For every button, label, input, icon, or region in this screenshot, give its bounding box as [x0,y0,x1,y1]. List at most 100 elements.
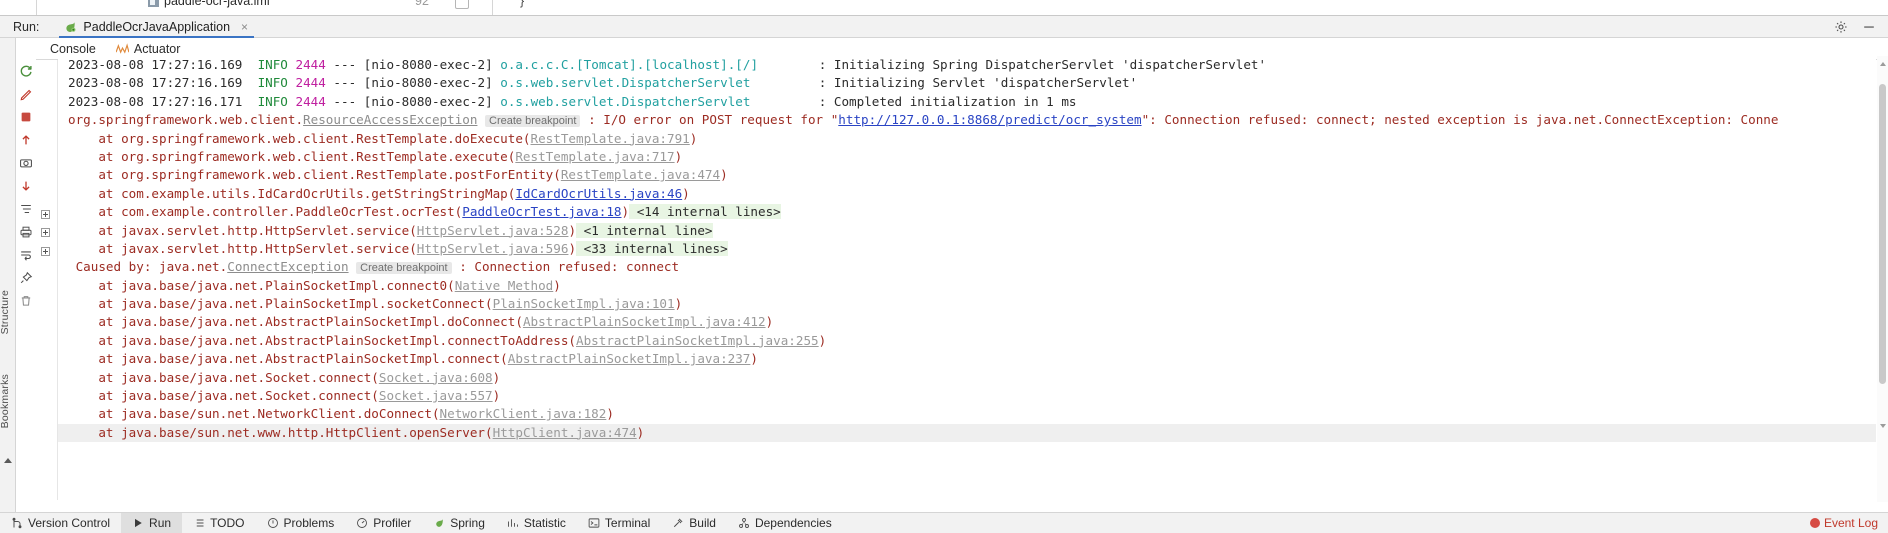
fold-expand-icon[interactable] [41,228,50,237]
status-item-todo[interactable]: TODO [182,513,255,533]
console-pid-text: 2444 [295,57,326,72]
status-item-label: TODO [210,516,245,530]
rail-item-structure[interactable]: Structure [0,290,11,334]
console-err-text: at org.springframework.web.client.RestTe… [68,130,531,146]
console-line: at com.example.utils.IdCardOcrUtils.getS… [58,185,1876,203]
status-item-label: Dependencies [754,516,832,530]
console-line: at java.base/java.net.PlainSocketImpl.so… [58,295,1876,313]
editor-tab-label: paddle-ocr-java.iml [164,0,270,8]
create-breakpoint-chip[interactable]: Create breakpoint [485,115,581,128]
console-output[interactable]: 2023-08-08 17:27:16.169 INFO 2444 --- [n… [58,56,1876,502]
console-line: at java.base/java.net.PlainSocketImpl.co… [58,277,1876,295]
editor-collapse-box[interactable] [455,0,469,9]
exception-class-link[interactable]: ResourceAccessException [303,112,477,127]
pin-icon[interactable] [19,271,33,285]
close-icon[interactable]: × [241,21,248,33]
stack-frame-link[interactable]: AbstractPlainSocketImpl.java:255 [576,333,819,348]
console-err-text: ) [689,130,698,146]
status-item-terminal[interactable]: Terminal [577,513,661,533]
internal-lines-fold[interactable]: <1 internal line> [576,222,713,238]
stack-frame-link[interactable]: RestTemplate.java:717 [515,149,674,164]
console-info-text: INFO [257,57,288,72]
console-err-text: at com.example.utils.IdCardOcrUtils.getS… [68,185,516,201]
status-item-run[interactable]: Run [121,512,183,533]
scroll-down-icon[interactable] [1880,424,1886,428]
console-line: at java.base/java.net.Socket.connect(Soc… [58,369,1876,387]
scroll-up-icon[interactable] [1880,62,1886,66]
status-item-label: Build [689,516,716,530]
console-msg-text: : Initializing Servlet 'dispatcherServle… [818,75,1138,91]
status-item-spring[interactable]: Spring [422,513,496,533]
stop-icon[interactable] [19,110,33,124]
status-item-build[interactable]: Build [661,513,727,533]
stack-frame-link[interactable]: NetworkClient.java:182 [440,406,607,421]
console-err-text: ) [720,167,728,183]
console-thread-text: [nio-8080-exec-2] [363,57,501,72]
console-plain-text: 2023-08-08 17:27:16.171 [68,93,258,109]
modify-run-icon[interactable] [19,87,33,101]
fold-expand-icon[interactable] [41,210,50,219]
camera-icon[interactable] [19,156,33,170]
stack-frame-link[interactable]: AbstractPlainSocketImpl.java:237 [508,351,751,366]
editor-tab-iml[interactable]: paddle-ocr-java.iml [148,0,270,8]
fold-expand-icon[interactable] [41,247,50,256]
stack-frame-link[interactable]: AbstractPlainSocketImpl.java:412 [523,314,766,329]
run-header-actions [1834,20,1888,34]
gear-icon[interactable] [1834,20,1848,34]
status-item-label: Terminal [604,516,651,530]
console-err-text: at javax.servlet.http.HttpServlet.servic… [68,240,417,256]
console-plain-text [477,112,485,127]
console-info-text: INFO [257,93,288,109]
scrollbar-thumb[interactable] [1879,84,1886,384]
leaf-icon [433,517,445,529]
console-line: at org.springframework.web.client.RestTe… [58,166,1876,184]
console-err-text: at java.base/sun.net.www.http.HttpClient… [68,424,493,440]
console-err-text: ) [568,222,577,238]
stack-frame-link[interactable]: HttpServlet.java:528 [417,223,569,238]
rail-expand-arrow-icon[interactable] [4,458,12,463]
filter-icon[interactable] [19,202,33,216]
run-toolbar [16,60,36,500]
console-line: at java.base/java.net.AbstractPlainSocke… [58,350,1876,368]
status-item-version-control[interactable]: Version Control [0,513,121,533]
event-log-button[interactable]: Event Log [1809,516,1878,530]
stats-icon [507,517,519,529]
stack-frame-link[interactable]: RestTemplate.java:791 [531,131,690,146]
status-item-dependencies[interactable]: Dependencies [727,513,843,533]
soft-wrap-icon[interactable] [19,248,33,262]
logger-name: o.s.web.servlet.DispatcherServlet [500,93,751,109]
rail-item-bookmarks[interactable]: Bookmarks [0,374,11,428]
stack-frame-link[interactable]: RestTemplate.java:474 [561,167,720,182]
print-icon[interactable] [19,225,33,239]
stack-frame-link[interactable]: PlainSocketImpl.java:101 [493,296,675,311]
down-arrow-icon[interactable] [19,179,33,193]
stack-frame-link[interactable]: Socket.java:557 [379,388,493,403]
console-scrollbar[interactable] [1877,56,1888,502]
internal-lines-fold[interactable]: <33 internal lines> [576,240,728,256]
console-err-text: ) [621,204,630,220]
stack-frame-link[interactable]: Native Method [455,278,554,293]
stack-frame-link[interactable]: HttpServlet.java:596 [417,241,569,256]
stack-frame-link[interactable]: HttpClient.java:474 [493,425,637,440]
stack-frame-link[interactable]: Socket.java:608 [379,370,493,385]
create-breakpoint-chip[interactable]: Create breakpoint [356,262,452,275]
rerun-icon[interactable] [19,64,33,78]
console-err-text: at com.example.controller.PaddleOcrTest.… [68,204,463,220]
exception-class-link[interactable]: ConnectException [227,259,348,274]
run-config-tab[interactable]: PaddleOcrJavaApplication × [59,16,254,38]
console-line: at org.springframework.web.client.RestTe… [58,148,1876,166]
stack-frame-link[interactable]: PaddleOcrTest.java:18 [462,204,621,219]
status-item-problems[interactable]: Problems [256,513,346,533]
request-url-link[interactable]: http://127.0.0.1:8868/predict/ocr_system [838,112,1141,127]
error-dot-icon [1809,518,1820,528]
status-item-statistic[interactable]: Statistic [496,513,577,533]
status-bar-right: Event Log [1809,516,1888,530]
gauge-icon [356,517,368,529]
up-arrow-icon[interactable] [19,133,33,147]
trash-icon[interactable] [19,294,33,308]
internal-lines-fold[interactable]: <14 internal lines> [629,204,781,220]
stack-frame-link[interactable]: IdCardOcrUtils.java:46 [515,186,682,201]
minimize-icon[interactable] [1862,20,1876,34]
actuator-chart-icon [115,43,130,54]
status-item-profiler[interactable]: Profiler [345,513,422,533]
